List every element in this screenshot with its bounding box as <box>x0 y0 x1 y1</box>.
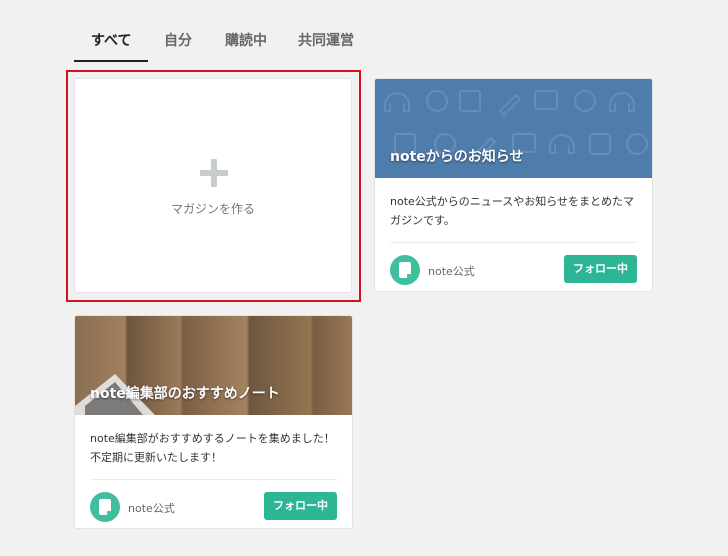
magazine-description: note公式からのニュースやお知らせをまとめたマガジンです。 <box>390 195 635 227</box>
magazine-card[interactable]: note編集部のおすすめノート note編集部がおすすめするノートを集めました！… <box>74 315 353 529</box>
author-name[interactable]: note公式 <box>428 263 475 279</box>
magazine-cover: noteからのお知らせ <box>375 79 652 178</box>
avatar[interactable] <box>90 492 120 522</box>
magazine-card[interactable]: noteからのお知らせ note公式からのニュースやお知らせをまとめたマガジンで… <box>374 78 653 292</box>
plus-icon <box>200 159 228 187</box>
magazine-cover: note編集部のおすすめノート <box>75 316 352 415</box>
create-magazine-label: マガジンを作る <box>170 202 255 216</box>
create-magazine-card[interactable]: マガジンを作る <box>74 78 352 293</box>
note-icon <box>399 262 411 278</box>
divider <box>90 479 337 480</box>
tab-co-managed[interactable]: 共同運営 <box>298 30 354 50</box>
magazine-title[interactable]: noteからのお知らせ <box>390 146 524 166</box>
tab-all[interactable]: すべて <box>91 30 131 50</box>
avatar[interactable] <box>390 255 420 285</box>
divider <box>390 242 637 243</box>
magazine-title[interactable]: note編集部のおすすめノート <box>90 383 280 403</box>
note-icon <box>99 499 111 515</box>
magazine-description: note編集部がおすすめするノートを集めました！不定期に更新いたします！ <box>90 432 335 464</box>
follow-button[interactable]: フォロー中 <box>564 255 637 283</box>
active-tab-indicator <box>74 60 148 62</box>
tab-subscribed[interactable]: 購読中 <box>225 30 267 50</box>
follow-button[interactable]: フォロー中 <box>264 492 337 520</box>
author-name[interactable]: note公式 <box>128 500 175 516</box>
tab-mine[interactable]: 自分 <box>164 30 192 50</box>
